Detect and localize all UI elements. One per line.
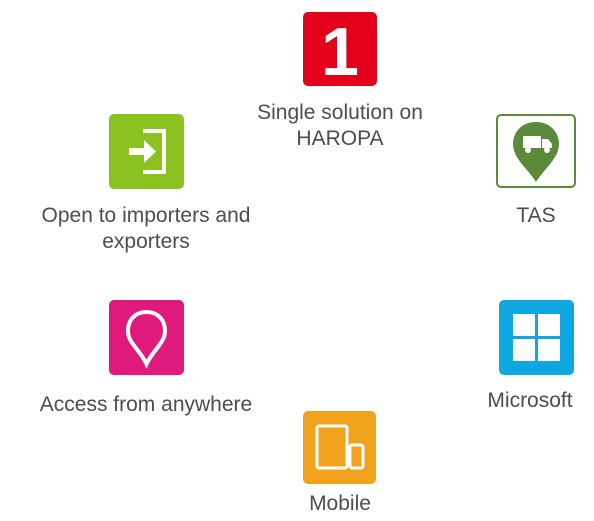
tablet-phone-icon: [303, 411, 376, 484]
mobile-line1: Mobile: [309, 492, 371, 515]
single-solution-line2: HAROPA: [296, 127, 384, 150]
tas-label: TAS: [500, 203, 572, 229]
windows-logo-icon: [499, 300, 574, 375]
number-one-glyph: 1: [321, 14, 359, 86]
mobile-label: Mobile: [300, 491, 380, 517]
open-line1: Open to importers and: [41, 204, 251, 227]
number-one-icon: 1: [303, 12, 377, 86]
open-line2: exporters: [102, 230, 190, 253]
microsoft-label: Microsoft: [472, 388, 588, 414]
location-pin-graphic: [125, 309, 168, 369]
microsoft-line1: Microsoft: [487, 389, 573, 412]
tas-line1: TAS: [516, 204, 556, 227]
windows-logo-graphic: [513, 314, 560, 361]
single-solution-line1: Single solution on: [257, 101, 423, 124]
truck-pin-icon: [496, 114, 576, 188]
open-label: Open to importers and exporters: [8, 203, 284, 255]
sign-in-icon: [109, 114, 184, 189]
sign-in-graphic: [129, 129, 166, 174]
single-solution-label: Single solution on HAROPA: [232, 100, 448, 152]
access-line1: Access from anywhere: [39, 393, 253, 416]
access-label: Access from anywhere: [8, 392, 284, 418]
number-one-text: 1: [321, 14, 359, 86]
truck-pin-graphic: [513, 122, 559, 182]
location-pin-icon: [109, 300, 184, 375]
tablet-phone-graphic: [315, 424, 365, 470]
